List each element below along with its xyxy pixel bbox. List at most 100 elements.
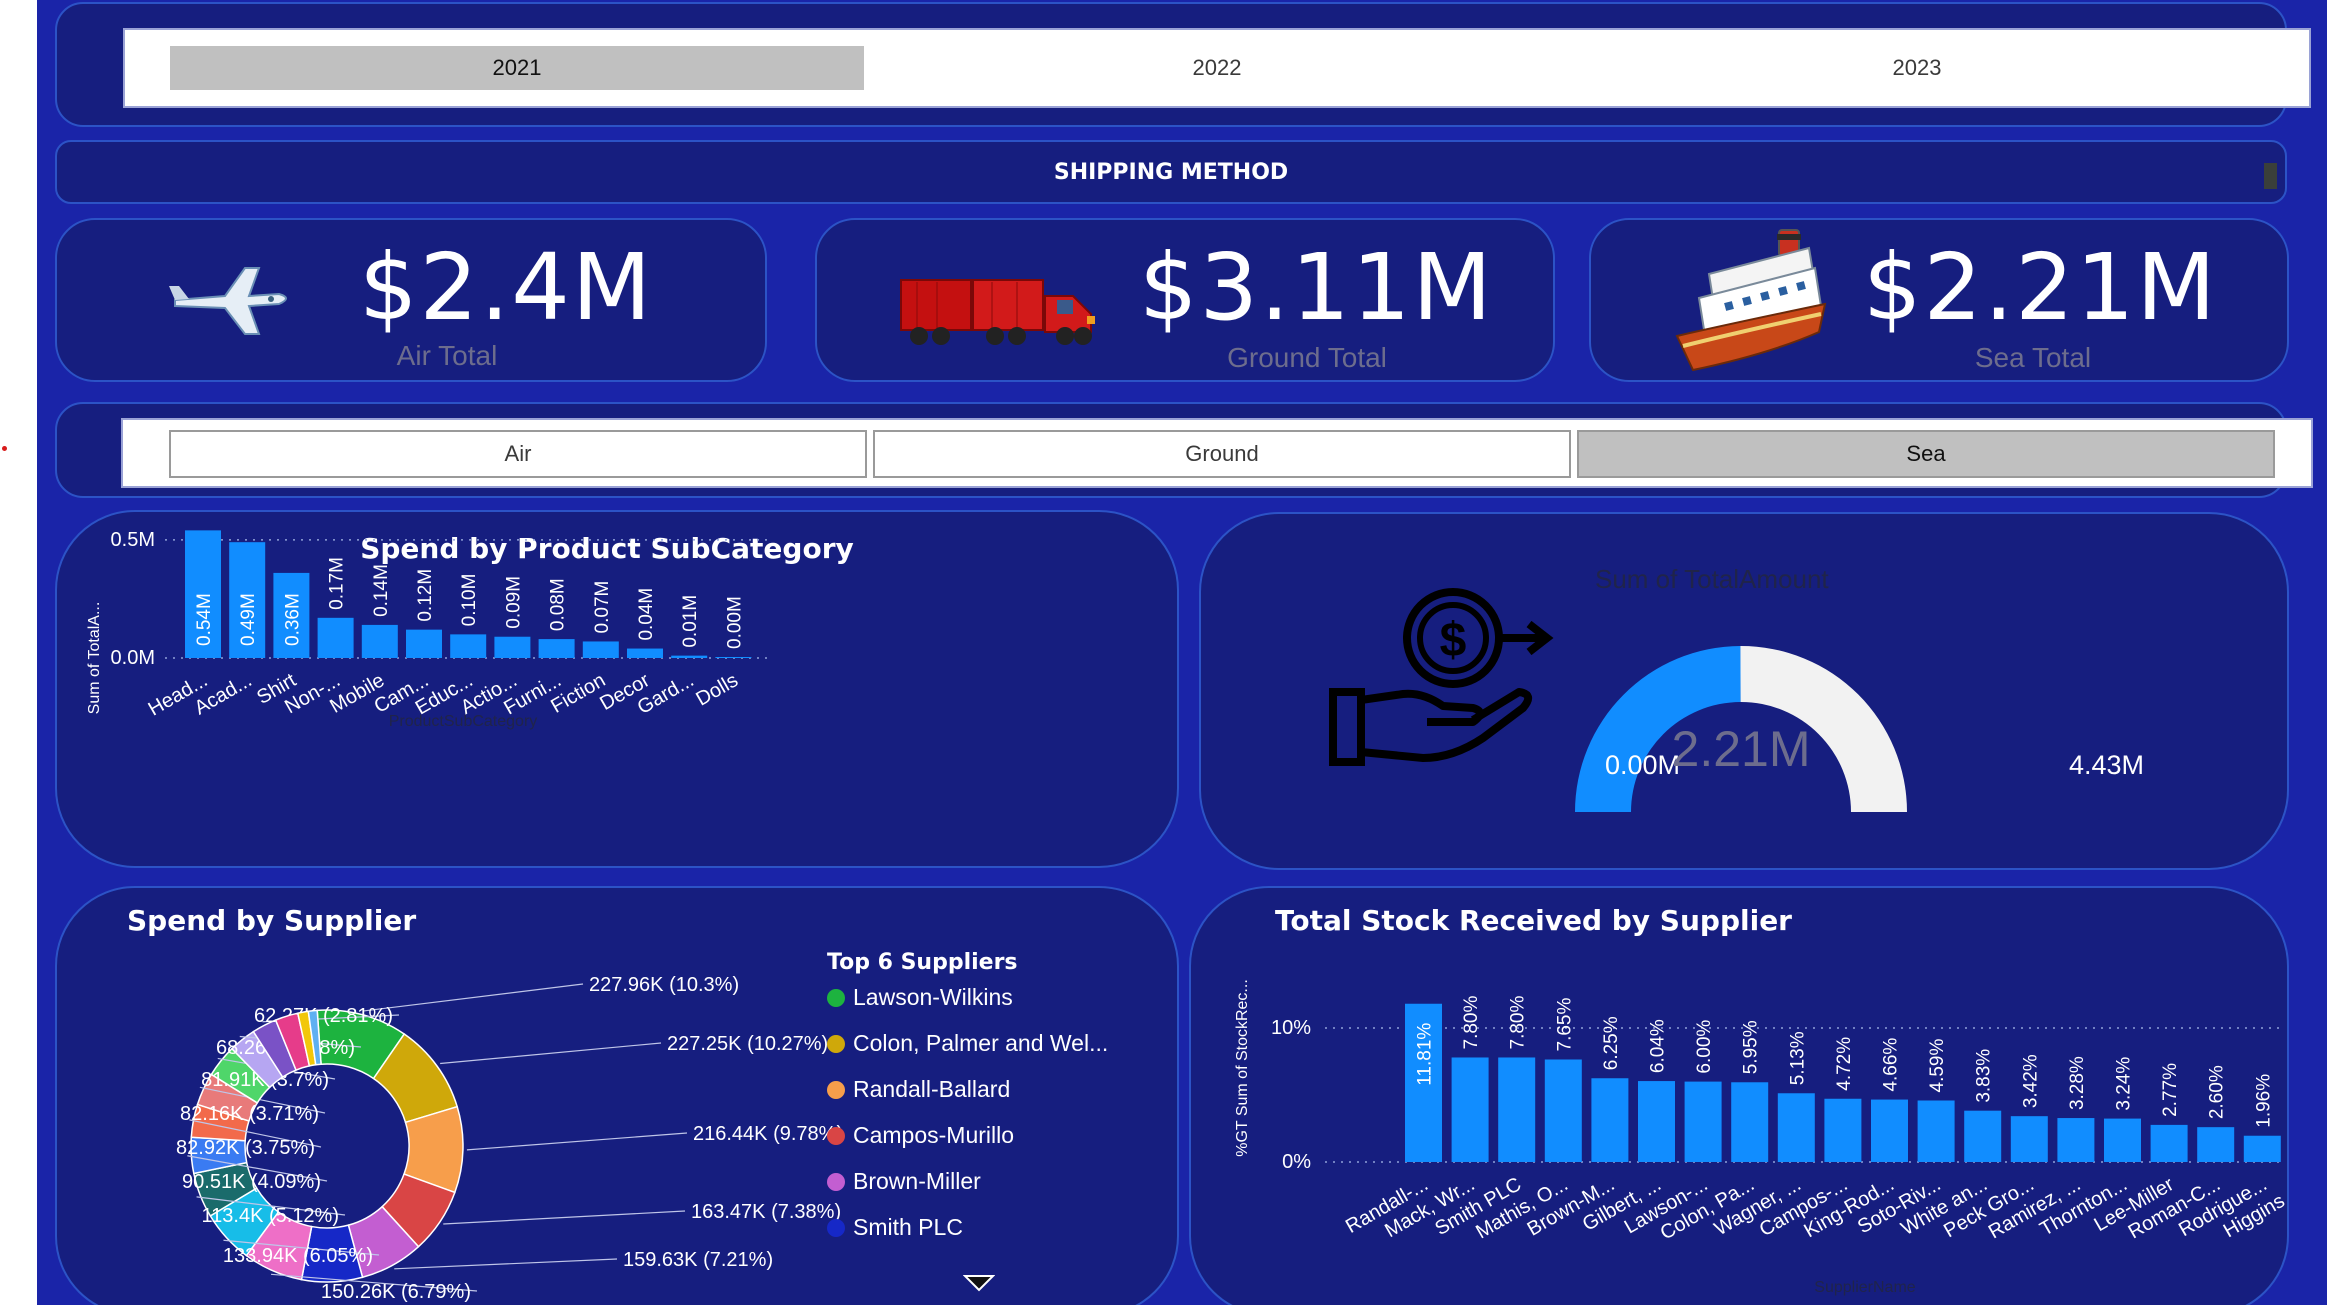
subcategory-bar <box>627 648 663 658</box>
stock-bar <box>2197 1127 2235 1162</box>
stock-bar <box>1917 1100 1955 1162</box>
stock-bar <box>2243 1135 2281 1162</box>
scrollbar-thumb[interactable] <box>2264 163 2277 189</box>
supplier-leader-line <box>363 983 584 1012</box>
subcategory-data-label: 0.00M <box>724 596 745 649</box>
truck-icon <box>900 279 1095 345</box>
y-tick-label: 0.5M <box>111 529 155 551</box>
stock-data-label: 3.42% <box>2020 1054 2041 1108</box>
method-option-air[interactable]: Air <box>169 430 867 478</box>
stock-data-label: 3.83% <box>1974 1049 1995 1103</box>
y-axis-title: %GT Sum of StockRec... <box>1234 979 1251 1157</box>
kpi-ground-value: $3.11M <box>1139 234 1494 341</box>
shipping-method-title: SHIPPING METHOD <box>1053 159 1289 185</box>
legend-label: Campos-Murillo <box>853 1122 1015 1148</box>
stock-bar <box>1498 1057 1536 1162</box>
stock-data-label: 2.77% <box>2160 1063 2181 1117</box>
year-option-2023[interactable]: 2023 <box>1570 46 2264 90</box>
kpi-card-sea: $2.21M Sea Total <box>1589 218 2289 382</box>
stock-data-label: 3.28% <box>2067 1056 2088 1110</box>
supplier-slice-label: 216.44K (9.78%) <box>693 1123 843 1145</box>
subcategory-bar <box>671 655 708 658</box>
stock-bar <box>1777 1093 1815 1162</box>
legend-color-dot <box>827 1218 845 1237</box>
subcategory-bar <box>317 617 354 658</box>
method-slicer: Air Ground Sea <box>121 418 2313 488</box>
stock-data-label: 4.66% <box>1881 1038 1902 1092</box>
kpi-sea-value: $2.21M <box>1863 234 2218 341</box>
stock-bar <box>1684 1081 1722 1162</box>
legend-label: Randall-Ballard <box>853 1076 1011 1102</box>
supplier-leader-line <box>466 1132 688 1151</box>
supplier-legend-item[interactable]: Smith PLC <box>827 1214 963 1241</box>
stock-data-label: 11.81% <box>1415 1023 1436 1086</box>
subcategory-bar <box>582 641 619 658</box>
stock-bar <box>1544 1059 1582 1162</box>
legend-scroll-down-icon[interactable] <box>963 1274 995 1292</box>
supplier-slice-label: 163.47K (7.38%) <box>691 1201 841 1223</box>
supplier-slice-label: 150.26K (6.79%) <box>321 1281 471 1303</box>
stock-bar <box>1871 1099 1908 1162</box>
red-marker-dot <box>2 446 7 451</box>
subcategory-data-label: 0.04M <box>636 588 657 641</box>
svg-text:$: $ <box>1440 614 1467 667</box>
kpi-ground-label: Ground Total <box>1227 342 1387 373</box>
stock-data-label: 2.60% <box>2207 1065 2228 1119</box>
stock-bar <box>2010 1116 2048 1162</box>
kpi-air-label: Air Total <box>396 340 498 371</box>
stock-data-label: 4.72% <box>1834 1037 1855 1091</box>
legend-label: Brown-Miller <box>853 1168 981 1194</box>
kpi-card-air: $2.4M Air Total <box>55 218 767 382</box>
supplier-legend-title: Top 6 Suppliers <box>827 950 1018 975</box>
legend-label: Smith PLC <box>853 1214 963 1240</box>
legend-color-dot <box>827 1172 845 1191</box>
stock-data-label: 5.95% <box>1741 1020 1762 1074</box>
supplier-slice-label: 90.51K (4.09%) <box>182 1171 321 1193</box>
subcategory-data-label: 0.49M <box>238 593 259 646</box>
supplier-legend-item[interactable]: Randall-Ballard <box>827 1076 1010 1103</box>
stock-bar-chart: 10% 0% %GT Sum of StockRec... SupplierName 1… <box>1234 979 2287 1296</box>
supplier-donut-chart: 227.96K (10.3%) 227.25K (10.27%) 216.44K (… <box>176 974 843 1303</box>
year-option-2021[interactable]: 2021 <box>170 46 864 90</box>
stock-bar <box>2104 1118 2141 1162</box>
y-tick-label: 0% <box>1282 1151 1311 1173</box>
method-option-ground[interactable]: Ground <box>873 430 1571 478</box>
subcategory-bar <box>538 639 575 658</box>
supplier-leader-line <box>394 1258 618 1270</box>
stock-data-label: 1.96% <box>2253 1074 2274 1128</box>
subcategory-data-label: 0.08M <box>548 578 569 631</box>
gauge-max-label: 4.43M <box>2069 750 2145 780</box>
stock-bar <box>1638 1081 1675 1162</box>
method-option-sea[interactable]: Sea <box>1577 430 2275 478</box>
supplier-slice-label: 159.63K (7.21%) <box>623 1249 773 1271</box>
supplier-legend-item[interactable]: Lawson-Wilkins <box>827 984 1013 1011</box>
method-slicer-panel: Air Ground Sea <box>55 402 2313 498</box>
supplier-chart-panel: Spend by Supplier 227.96K (10.3%) 227.25K… <box>55 886 1179 1305</box>
supplier-leader-line <box>443 1210 686 1225</box>
stock-bar <box>1591 1078 1629 1162</box>
supplier-legend-item[interactable]: Brown-Miller <box>827 1168 981 1195</box>
supplier-legend-item[interactable]: Campos-Murillo <box>827 1122 1014 1149</box>
stock-data-label: 6.25% <box>1601 1016 1622 1070</box>
subcategory-bar <box>494 636 531 658</box>
stock-bar <box>2057 1118 2095 1162</box>
legend-label: Colon, Palmer and Wel... <box>853 1030 1109 1056</box>
airplane-icon <box>169 267 287 335</box>
supplier-legend-item[interactable]: Colon, Palmer and Wel... <box>827 1030 1108 1057</box>
year-slicer-panel: 2021 2022 2023 <box>55 2 2311 127</box>
legend-color-dot <box>827 1034 845 1053</box>
stock-bar <box>2150 1124 2188 1162</box>
x-axis-title: SupplierName <box>1814 1279 1915 1296</box>
stock-data-label: 7.80% <box>1461 996 1482 1050</box>
stock-chart-panel: Total Stock Received by Supplier 10% 0% %G… <box>1189 886 2289 1305</box>
subcategory-data-label: 0.09M <box>503 576 524 629</box>
supplier-slice-label: 62.27K (2.81%) <box>254 1005 393 1027</box>
stock-bar <box>1451 1057 1489 1162</box>
year-option-2022[interactable]: 2022 <box>870 46 1564 90</box>
kpi-air-value: $2.4M <box>359 234 654 341</box>
subcategory-data-label: 0.10M <box>459 574 480 627</box>
y-tick-label: 10% <box>1271 1017 1311 1039</box>
stock-data-label: 6.04% <box>1648 1019 1669 1073</box>
gauge-chart <box>1575 646 1907 812</box>
subcategory-data-label: 0.07M <box>592 581 613 634</box>
